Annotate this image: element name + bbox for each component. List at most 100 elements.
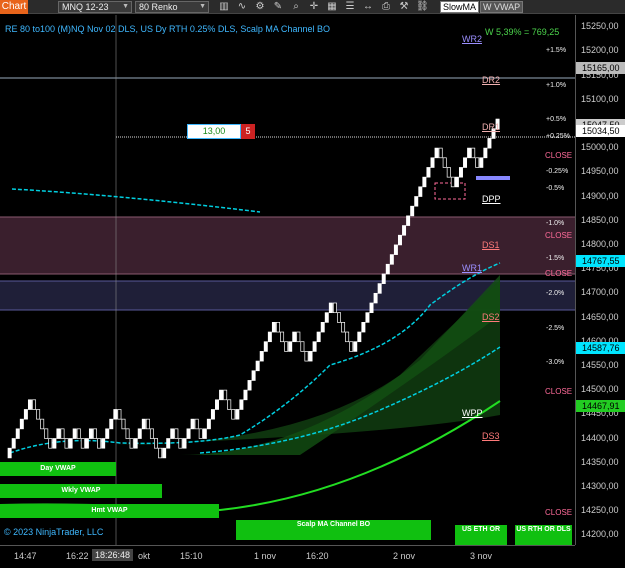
renko-brick <box>292 331 297 343</box>
renko-brick <box>377 283 382 294</box>
renko-brick <box>105 428 110 439</box>
price-label: 14300,00 <box>581 480 619 491</box>
indicators-icon[interactable]: ∿ <box>236 1 248 13</box>
properties-icon[interactable]: ☰ <box>344 1 356 13</box>
renko-brick <box>60 428 65 439</box>
chart-tab[interactable]: Chart <box>0 0 28 14</box>
slow-ma-line <box>11 188 261 213</box>
order-price-field[interactable]: 13,00 <box>187 124 241 139</box>
renko-brick <box>7 447 12 459</box>
layout-icon[interactable]: ▦ <box>326 1 338 13</box>
renko-brick <box>337 312 341 323</box>
renko-brick <box>255 360 260 372</box>
level-ds3: DS3 <box>482 431 500 441</box>
renko-brick <box>324 312 329 323</box>
renko-brick <box>442 157 447 168</box>
renko-brick <box>271 322 276 333</box>
strategies-icon[interactable]: ⚙ <box>254 1 266 13</box>
w-vwap-toggle[interactable]: W VWAP <box>480 1 524 13</box>
instrument-selector[interactable]: MNQ 12-23 ▼ <box>58 1 132 13</box>
time-label: 15:10 <box>180 551 203 561</box>
renko-brick <box>353 341 358 352</box>
price-axis[interactable]: 15250,0015200,0015150,0015100,0015050,00… <box>575 15 625 545</box>
renko-brick <box>410 205 415 217</box>
renko-brick <box>487 138 492 149</box>
price-label: 14200,00 <box>581 529 619 540</box>
time-axis[interactable]: 14:47 16:22 okt 15:10 1 nov 16:20 2 nov … <box>0 545 575 568</box>
price-label: 14400,00 <box>581 432 619 443</box>
renko-brick <box>430 157 435 168</box>
renko-brick <box>389 254 394 265</box>
price-label: 15200,00 <box>581 45 619 56</box>
renko-brick <box>320 322 325 333</box>
renko-brick <box>267 331 272 343</box>
renko-brick <box>463 157 468 168</box>
renko-brick <box>166 438 171 449</box>
scalp-channel-box: Scalp MA Channel BO <box>236 520 431 540</box>
pct-label: +1.0% <box>546 82 567 89</box>
renko-brick <box>316 331 321 343</box>
renko-brick <box>458 167 463 178</box>
chart-panel[interactable]: RE 80 to100 (M)NQ Nov 02 DLS, US Dy RTH … <box>0 15 575 545</box>
scroll-icon[interactable]: ↔ <box>362 1 374 13</box>
link-icon[interactable]: ⛓ <box>416 1 429 13</box>
renko-brick <box>97 438 102 449</box>
renko-brick <box>27 399 32 410</box>
eth-or-box: US ETH OR <box>455 525 507 545</box>
pct-label: -0.25% <box>546 168 569 175</box>
renko-brick <box>385 263 390 275</box>
renko-brick <box>158 447 163 459</box>
copyright: © 2023 NinjaTrader, LLC <box>4 527 104 537</box>
settings-icon[interactable]: ⚒ <box>398 1 410 13</box>
close-label: CLOSE <box>545 387 573 396</box>
rth-or-box: US RTH OR DLS <box>515 525 572 545</box>
price-label: 15250,00 <box>581 21 619 32</box>
close-label: CLOSE <box>545 269 573 278</box>
renko-brick <box>259 351 264 362</box>
renko-brick <box>36 409 41 420</box>
zoom-icon[interactable]: ⌕ <box>290 1 302 13</box>
renko-brick <box>113 409 118 420</box>
crosshair-icon[interactable]: ✛ <box>308 1 320 13</box>
renko-brick <box>479 157 484 168</box>
renko-brick <box>215 399 219 410</box>
weekly-vwap-box: Wkly VWAP <box>0 484 162 498</box>
bar-type-label: 80 Renko <box>139 2 178 12</box>
renko-brick <box>402 225 407 236</box>
price-label: 15100,00 <box>581 93 619 104</box>
day-vwap-box: Day VWAP <box>0 462 116 476</box>
renko-brick <box>125 428 130 439</box>
pct-label: -3.0% <box>546 359 565 366</box>
bar-chart-icon[interactable]: ▥ <box>218 1 230 13</box>
slow-ma-toggle[interactable]: SlowMA <box>440 1 480 13</box>
renko-brick <box>239 399 244 410</box>
renko-brick <box>32 399 37 410</box>
bar-type-selector[interactable]: 80 Renko ▼ <box>135 1 209 13</box>
renko-brick <box>162 447 167 459</box>
price-label: 14500,00 <box>581 384 619 395</box>
renko-brick <box>406 215 411 226</box>
renko-brick <box>52 438 57 449</box>
renko-brick <box>312 341 317 352</box>
price-label: 14700,00 <box>581 287 619 298</box>
price-flag: 14587,76 <box>576 341 625 354</box>
renko-brick <box>227 399 232 410</box>
entry-box <box>434 182 466 200</box>
renko-brick <box>178 438 183 449</box>
drawing-tools-icon[interactable]: ✎ <box>272 1 284 13</box>
renko-brick <box>11 438 16 449</box>
renko-brick <box>231 409 236 420</box>
level-dr2: DR2 <box>482 75 501 85</box>
monthly-vwap-box: Hmt VWAP <box>0 504 219 518</box>
renko-brick <box>369 302 374 314</box>
renko-brick <box>15 428 20 439</box>
pct-label: -0.5% <box>546 185 565 192</box>
renko-brick <box>263 341 268 352</box>
print-icon[interactable]: ⎙ <box>380 1 392 13</box>
instrument-label: MNQ 12-23 <box>62 2 109 12</box>
renko-brick <box>276 322 280 333</box>
order-qty-badge[interactable]: 5 <box>241 124 255 139</box>
renko-brick <box>121 418 126 430</box>
renko-brick <box>137 428 142 439</box>
level-wpp: WPP <box>462 408 483 418</box>
